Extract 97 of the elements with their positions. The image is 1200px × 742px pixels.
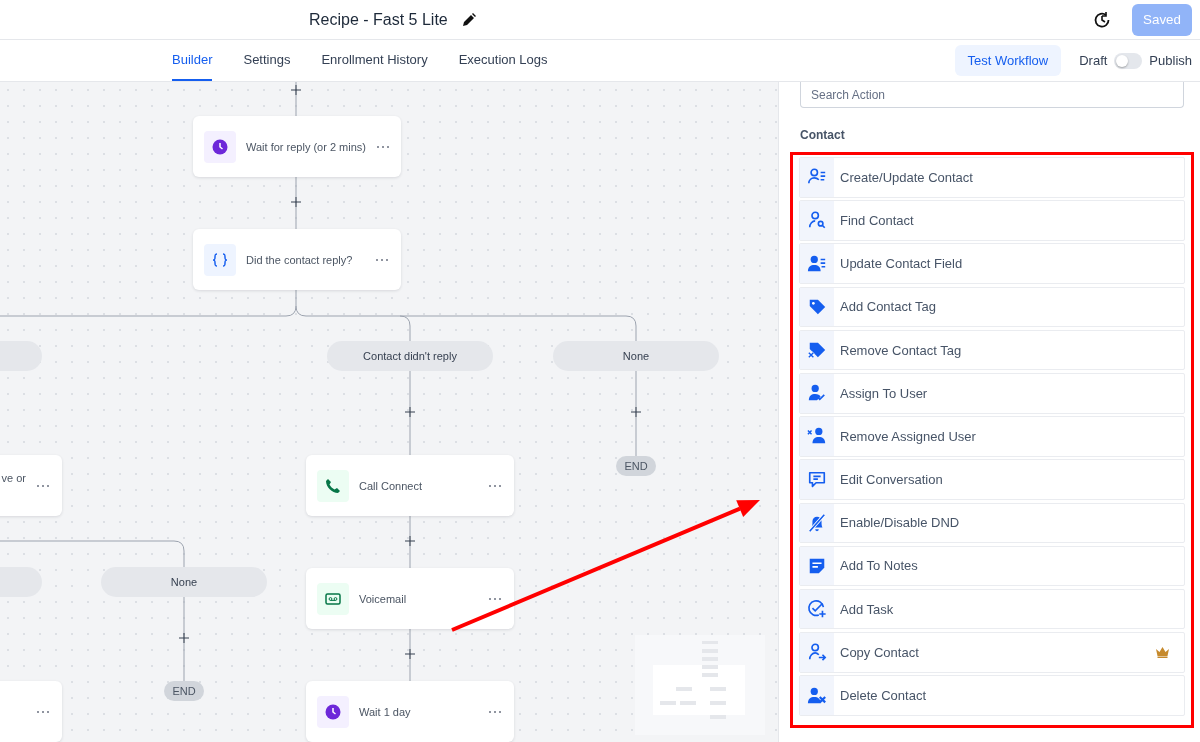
toggle-label: Publish: [1149, 53, 1192, 68]
action-label: Add To Notes: [839, 557, 919, 576]
connector-line: [409, 416, 411, 456]
action-item[interactable]: Add Contact Tag: [799, 286, 1185, 328]
add-step-icon[interactable]: [291, 85, 301, 95]
tab[interactable]: Enrollment History: [321, 40, 428, 81]
add-step-icon[interactable]: [631, 407, 641, 417]
workflow-node[interactable]: Did the contact reply?: [193, 229, 401, 290]
add-step-icon[interactable]: [291, 197, 301, 207]
action-label: Add Contact Tag: [839, 298, 937, 317]
search-field[interactable]: Search Action: [800, 82, 1184, 108]
action-item[interactable]: Remove Contact Tag: [799, 329, 1185, 371]
more-icon[interactable]: [36, 483, 50, 488]
add-step-icon[interactable]: [179, 633, 189, 643]
action-label: Enable/Disable DND: [839, 514, 961, 533]
action-label: Edit Conversation: [839, 471, 944, 490]
connector-line: [295, 206, 297, 230]
action-label: Delete Contact: [839, 687, 927, 706]
action-item[interactable]: Delete Contact: [799, 675, 1185, 716]
connector-line: [183, 596, 185, 634]
action-item[interactable]: Edit Conversation: [799, 459, 1185, 500]
bell-off-icon: [807, 512, 827, 533]
connector-line: [409, 545, 411, 569]
action-label: Remove Assigned User: [839, 427, 977, 446]
end-marker: END: [164, 681, 204, 701]
action-item[interactable]: Copy Contact: [799, 632, 1185, 673]
more-icon[interactable]: [36, 709, 50, 714]
connector-line: [295, 176, 297, 198]
action-item[interactable]: Add Task: [799, 588, 1185, 630]
braces-icon: [212, 252, 228, 267]
user-arrow-icon: [807, 642, 827, 663]
user-remove-icon: [807, 685, 827, 706]
chat-icon: [807, 469, 827, 490]
publish-toggle[interactable]: [1114, 52, 1143, 69]
voicemail-icon: [325, 592, 341, 605]
action-item[interactable]: Assign To User: [799, 372, 1185, 414]
action-item[interactable]: Add To Notes: [799, 545, 1185, 587]
node-label: Call Connect: [359, 479, 423, 492]
action-label: Find Contact: [839, 212, 915, 230]
toggle-label: Draft: [1079, 53, 1108, 68]
node-label: Did the contact reply?: [246, 253, 354, 266]
node-label: Voicemail: [359, 592, 408, 605]
action-label: Remove Contact Tag: [839, 341, 963, 360]
connector-line: [409, 658, 411, 682]
user-list-icon: [807, 253, 827, 274]
tab[interactable]: Settings: [243, 40, 291, 81]
more-icon[interactable]: [376, 144, 390, 149]
action-item[interactable]: Create/Update Contact: [799, 157, 1185, 198]
note-icon: [807, 556, 827, 576]
clock-icon: [325, 703, 341, 720]
connector-line: [409, 628, 411, 650]
more-icon[interactable]: [488, 483, 502, 488]
workflow-node[interactable]: Voicemail: [306, 568, 514, 629]
workflow-node[interactable]: Call Connect: [306, 455, 514, 516]
user-search-icon: [807, 210, 827, 231]
connector-line: [635, 416, 637, 457]
more-icon[interactable]: [375, 257, 389, 262]
add-step-icon[interactable]: [405, 649, 415, 659]
section-heading: Contact: [800, 128, 846, 142]
node-label: ve or: [1, 472, 26, 484]
connector-line: [635, 370, 637, 408]
edit-icon[interactable]: [461, 12, 476, 27]
connector-line: [295, 94, 297, 117]
action-label: Add Task: [839, 600, 895, 619]
tag-remove-icon: [807, 340, 827, 361]
node-label: Wait 1 day: [359, 705, 412, 718]
tab[interactable]: Execution Logs: [458, 40, 548, 81]
add-step-icon[interactable]: [405, 536, 415, 546]
action-item[interactable]: Enable/Disable DND: [799, 502, 1185, 544]
node-label: Wait for reply (or 2 mins): [246, 140, 366, 153]
connector-line: [409, 515, 411, 537]
workflow-node[interactable]: Wait for reply (or 2 mins): [193, 116, 401, 177]
end-marker: END: [616, 456, 656, 476]
check-add-icon: [807, 599, 827, 620]
add-step-icon[interactable]: [405, 407, 415, 417]
connector-line: [295, 82, 297, 86]
action-label: Copy Contact: [839, 643, 920, 662]
test-workflow-button[interactable]: Test Workflow: [954, 45, 1062, 76]
branch-pill[interactable]: None: [553, 341, 719, 371]
connector-line: [409, 370, 411, 408]
action-item[interactable]: Update Contact Field: [799, 243, 1185, 284]
more-icon[interactable]: [488, 596, 502, 601]
action-label: Assign To User: [839, 384, 929, 403]
branch-pill[interactable]: None: [101, 567, 267, 597]
more-icon[interactable]: [488, 709, 502, 714]
action-item[interactable]: Remove Assigned User: [799, 416, 1185, 457]
action-item[interactable]: Find Contact: [799, 200, 1185, 241]
history-icon[interactable]: [1093, 10, 1111, 29]
workflow-node[interactable]: Wait 1 day: [306, 681, 514, 742]
clock-icon: [212, 138, 228, 155]
workflow-node[interactable]: ve or: [0, 455, 62, 516]
branch-pill[interactable]: Contact didn't reply: [327, 341, 493, 371]
phone-icon: [325, 477, 341, 494]
connector-line: [183, 642, 185, 682]
action-label: Update Contact Field: [839, 255, 964, 274]
workflow-title: Recipe - Fast 5 Lite: [309, 10, 448, 29]
action-label: Create/Update Contact: [839, 168, 974, 187]
